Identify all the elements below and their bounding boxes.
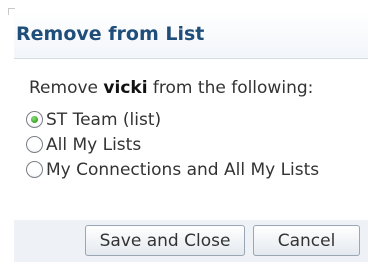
dialog-header: Remove from List bbox=[14, 12, 368, 59]
option-label-all-my-lists: All My Lists bbox=[46, 134, 142, 155]
option-connections-and-lists[interactable]: My Connections and All My Lists bbox=[26, 157, 319, 182]
option-all-my-lists[interactable]: All My Lists bbox=[26, 132, 319, 157]
remove-from-list-dialog: Remove from List Remove vicki from the f… bbox=[14, 12, 368, 262]
dialog-title: Remove from List bbox=[16, 23, 205, 45]
radio-all-my-lists[interactable] bbox=[26, 136, 43, 153]
prompt-suffix: from the following: bbox=[147, 78, 314, 98]
cancel-button[interactable]: Cancel bbox=[253, 225, 360, 256]
radio-st-team[interactable] bbox=[26, 111, 43, 128]
page: Remove from List Remove vicki from the f… bbox=[0, 0, 382, 267]
option-label-connections-and-lists: My Connections and All My Lists bbox=[46, 159, 320, 180]
prompt-prefix: Remove bbox=[29, 78, 104, 98]
remove-options-group: ST Team (list) All My Lists My Connectio… bbox=[26, 107, 319, 182]
dialog-button-bar: Save and Close Cancel bbox=[14, 220, 368, 262]
prompt-username: vicki bbox=[103, 78, 148, 98]
option-st-team[interactable]: ST Team (list) bbox=[26, 107, 319, 132]
save-and-close-button[interactable]: Save and Close bbox=[85, 225, 245, 256]
radio-connections-and-lists[interactable] bbox=[26, 161, 43, 178]
dialog-prompt: Remove vicki from the following: bbox=[29, 78, 313, 98]
option-label-st-team: ST Team (list) bbox=[46, 109, 162, 130]
